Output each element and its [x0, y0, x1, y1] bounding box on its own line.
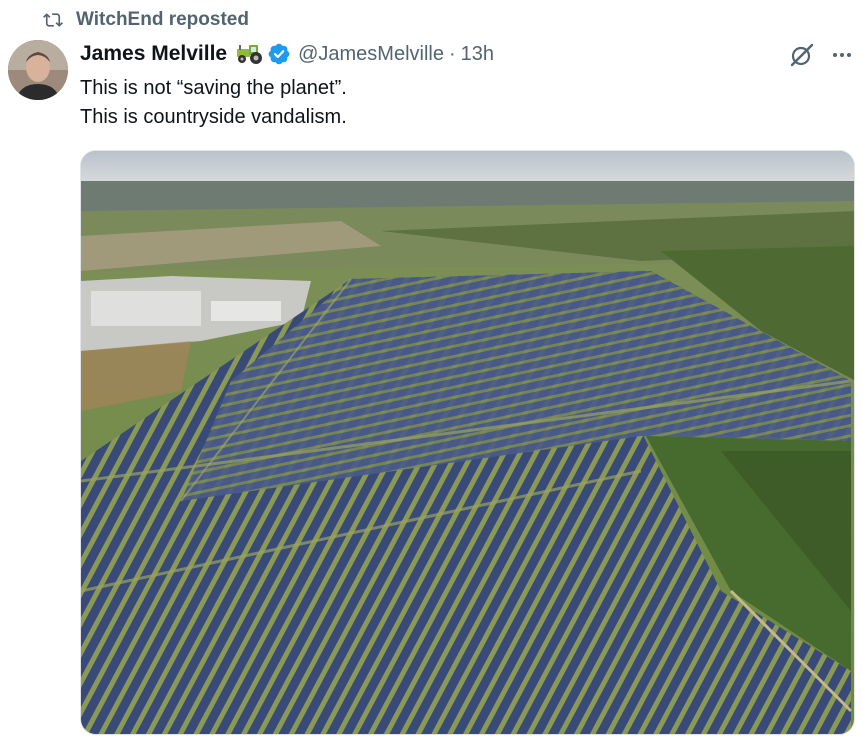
verified-badge-icon[interactable]	[268, 43, 290, 65]
tractor-icon	[235, 43, 263, 65]
repost-label: WitchEnd reposted	[76, 9, 249, 30]
repost-indicator[interactable]: WitchEnd reposted	[42, 8, 249, 32]
post-text-line: This is countryside vandalism.	[80, 106, 347, 128]
author-name[interactable]: James Melville	[80, 42, 227, 66]
post-text: This is not “saving the planet”. This is…	[80, 74, 347, 132]
grok-icon[interactable]	[787, 40, 817, 70]
post-photo[interactable]	[80, 150, 855, 735]
repost-icon	[43, 13, 63, 27]
solar-farm-image	[81, 151, 854, 734]
post-text-line: This is not “saving the planet”.	[80, 77, 347, 99]
post-timestamp[interactable]: 13h	[461, 43, 494, 66]
post-header: James Melville @JamesMelville · 13h	[80, 40, 494, 68]
more-icon[interactable]	[827, 40, 857, 70]
separator-dot: ·	[448, 42, 456, 65]
author-handle[interactable]: @JamesMelville	[298, 43, 444, 66]
avatar[interactable]	[8, 40, 68, 100]
